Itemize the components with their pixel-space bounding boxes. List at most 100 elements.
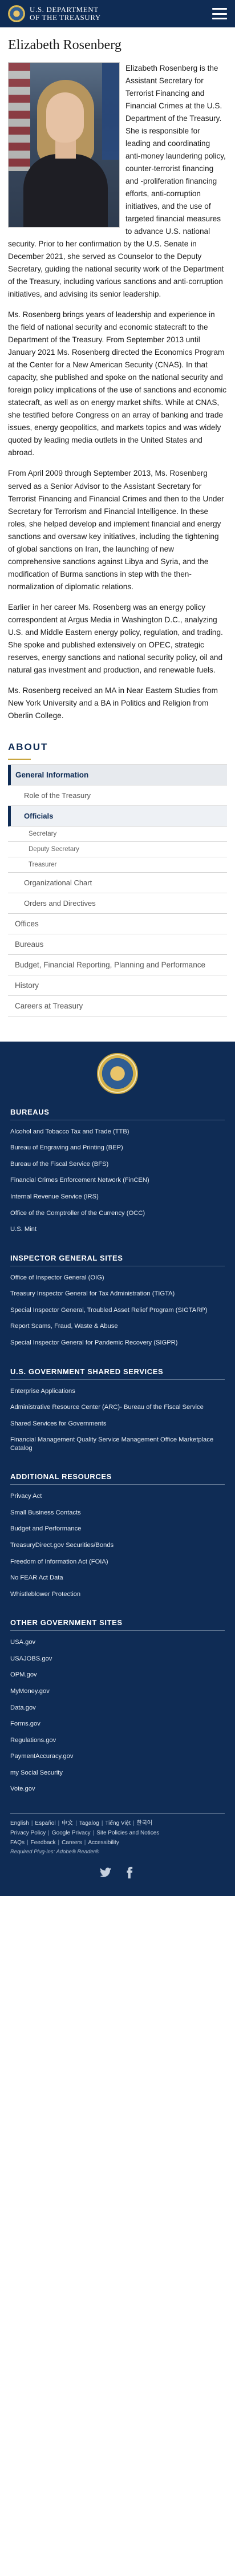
brand-line1: U.S. DEPARTMENT	[30, 5, 99, 14]
about-nav-item-careers-at-treasury[interactable]: Careers at Treasury	[8, 996, 227, 1016]
footer-bottom-link[interactable]: Accessibility	[88, 1840, 119, 1846]
footer-link[interactable]: OPM.gov	[10, 1667, 225, 1683]
footer-section-bureaus: BUREAUS Alcohol and Tobacco Tax and Trade…	[0, 1108, 235, 1238]
page-title: Elizabeth Rosenberg	[8, 38, 121, 52]
about-nav-item-history[interactable]: History	[8, 975, 227, 996]
footer-link[interactable]: Office of the Comptroller of the Currenc…	[10, 1205, 225, 1222]
about-nav-item-officials[interactable]: Officials	[8, 805, 227, 827]
footer-bottom-link[interactable]: FAQs	[10, 1840, 25, 1846]
about-nav-item-budget-financial-reporting-planning-and-performance[interactable]: Budget, Financial Reporting, Planning an…	[8, 955, 227, 975]
footer-bottom-link[interactable]: Español	[35, 1820, 55, 1826]
about-nav-item-organizational-chart[interactable]: Organizational Chart	[8, 873, 227, 893]
footer-link[interactable]: Small Business Contacts	[10, 1505, 225, 1521]
footer-bottom-link[interactable]: Tagalog	[79, 1820, 99, 1826]
about-divider	[8, 758, 31, 760]
footer-link[interactable]: Regulations.gov	[10, 1732, 225, 1749]
about-nav-item-role-of-the-treasury[interactable]: Role of the Treasury	[8, 785, 227, 806]
about-nav-item-deputy-secretary[interactable]: Deputy Secretary	[8, 842, 227, 857]
about-nav-item-orders-and-directives[interactable]: Orders and Directives	[8, 893, 227, 914]
footer-link[interactable]: Treasury Inspector General for Tax Admin…	[10, 1286, 225, 1302]
footer-link[interactable]: Whistleblower Protection	[10, 1586, 225, 1603]
about-nav: General Information Role of the Treasury O…	[8, 764, 227, 1016]
footer-link[interactable]: Administrative Resource Center (ARC)- Bu…	[10, 1399, 225, 1416]
site-footer: BUREAUS Alcohol and Tobacco Tax and Trade…	[0, 1041, 235, 1896]
footer-link[interactable]: Forms.gov	[10, 1716, 225, 1732]
footer-bottom-link[interactable]: 한국어	[137, 1820, 153, 1826]
social-links	[0, 1855, 235, 1890]
footer-link[interactable]: Bureau of Engraving and Printing (BEP)	[10, 1140, 225, 1156]
bio-paragraph: Ms. Rosenberg received an MA in Near Eas…	[8, 686, 218, 720]
footer-link[interactable]: Vote.gov	[10, 1781, 225, 1797]
footer-link[interactable]: Freedom of Information Act (FOIA)	[10, 1554, 225, 1570]
footer-section-title: BUREAUS	[10, 1108, 225, 1120]
footer-link[interactable]: Report Scams, Fraud, Waste & Abuse	[10, 1318, 225, 1335]
footer-link[interactable]: Financial Management Quality Service Man…	[10, 1432, 225, 1456]
site-header: U.S. DEPARTMENT OF THE TREASURY	[0, 0, 235, 27]
bio-paragraph: Ms. Rosenberg brings years of leadership…	[8, 310, 227, 457]
footer-bottom-link[interactable]: Tiếng Việt	[105, 1820, 130, 1826]
brand-text: U.S. DEPARTMENT OF THE TREASURY	[30, 6, 101, 21]
hamburger-icon	[212, 8, 227, 10]
footer-link[interactable]: USAJOBS.gov	[10, 1651, 225, 1667]
footer-link[interactable]: Special Inspector General, Troubled Asse…	[10, 1302, 225, 1319]
footer-link[interactable]: No FEAR Act Data	[10, 1570, 225, 1586]
footer-bottom-link[interactable]: Site Policies and Notices	[96, 1830, 159, 1836]
footer-section-u-s-government-shared-services: U.S. GOVERNMENT SHARED SERVICES Enterpris…	[0, 1367, 235, 1457]
footer-link[interactable]: Shared Services for Governments	[10, 1416, 225, 1432]
about-nav-item-secretary[interactable]: Secretary	[8, 827, 227, 842]
about-nav-item-general-information[interactable]: General Information	[8, 764, 227, 785]
required-plugins[interactable]: Required Plug-ins: Adobe® Reader®	[10, 1849, 225, 1855]
treasury-seal-icon	[8, 5, 25, 22]
footer-link[interactable]: Budget and Performance	[10, 1521, 225, 1537]
footer-link[interactable]: Alcohol and Tobacco Tax and Trade (TTB)	[10, 1124, 225, 1140]
footer-section-title: OTHER GOVERNMENT SITES	[10, 1618, 225, 1631]
about-section: ABOUT General Information Role of the Tre…	[0, 730, 235, 1016]
footer-sections: BUREAUS Alcohol and Tobacco Tax and Trade…	[0, 1108, 235, 1797]
footer-link[interactable]: USA.gov	[10, 1634, 225, 1651]
footer-bottom-link[interactable]: English	[10, 1820, 29, 1826]
footer-section-title: ADDITIONAL RESOURCES	[10, 1472, 225, 1485]
footer-section-title: U.S. GOVERNMENT SHARED SERVICES	[10, 1367, 225, 1380]
footer-section-additional-resources: ADDITIONAL RESOURCES Privacy Act Small Bus…	[0, 1472, 235, 1602]
about-nav-item-treasurer[interactable]: Treasurer	[8, 857, 227, 873]
language-links: English | Español | 中文 | Tagalog | Tiếng Việt | 한국…	[10, 1820, 153, 1826]
footer-link[interactable]: Office of Inspector General (OIG)	[10, 1270, 225, 1286]
bio-paragraph: Earlier in her career Ms. Rosenberg was …	[8, 602, 223, 674]
footer-link[interactable]: MyMoney.gov	[10, 1683, 225, 1700]
footer-link[interactable]: TreasuryDirect.gov Securities/Bonds	[10, 1537, 225, 1554]
bio-paragraph: From April 2009 through September 2013, …	[8, 469, 224, 591]
footer-bottom-link[interactable]: Feedback	[31, 1840, 56, 1846]
footer-section-other-government-sites: OTHER GOVERNMENT SITES USA.gov USAJOBS.gov…	[0, 1618, 235, 1797]
about-nav-item-bureaus[interactable]: Bureaus	[8, 934, 227, 955]
footer-bottom-link[interactable]: Google Privacy	[52, 1830, 91, 1836]
footer-link[interactable]: my Social Security	[10, 1765, 225, 1781]
footer-bottom-link[interactable]: Privacy Policy	[10, 1830, 46, 1836]
info-links: FAQs | Feedback | Careers | Accessibility	[10, 1839, 119, 1846]
footer-link[interactable]: Data.gov	[10, 1700, 225, 1716]
treasury-seal-icon	[97, 1052, 138, 1094]
policy-links: Privacy Policy | Google Privacy | Site Polic…	[10, 1829, 160, 1836]
brand-line2: OF THE TREASURY	[30, 13, 101, 22]
facebook-icon[interactable]	[122, 1866, 137, 1879]
footer-bottom-link[interactable]: 中文	[62, 1820, 73, 1826]
home-link[interactable]: U.S. DEPARTMENT OF THE TREASURY	[8, 5, 101, 22]
portrait-photo	[8, 62, 120, 228]
footer-link[interactable]: Special Inspector General for Pandemic R…	[10, 1335, 225, 1351]
footer-link[interactable]: U.S. Mint	[10, 1221, 225, 1238]
about-title: ABOUT	[8, 741, 48, 752]
about-nav-item-offices[interactable]: Offices	[8, 914, 227, 934]
footer-link[interactable]: Enterprise Applications	[10, 1383, 225, 1400]
biography: Elizabeth Rosenberg is the Assistant Sec…	[8, 62, 227, 730]
footer-section-title: INSPECTOR GENERAL SITES	[10, 1254, 225, 1266]
footer-bottom: English | Español | 中文 | Tagalog | Tiếng Việt | 한국…	[10, 1813, 225, 1855]
menu-button[interactable]	[212, 8, 227, 19]
footer-bottom-link[interactable]: Careers	[62, 1840, 82, 1846]
main-content: Elizabeth Rosenberg Elizabeth Rosenberg …	[0, 27, 235, 730]
twitter-icon[interactable]	[98, 1866, 113, 1879]
footer-link[interactable]: Internal Revenue Service (IRS)	[10, 1189, 225, 1205]
footer-link[interactable]: Bureau of the Fiscal Service (BFS)	[10, 1156, 225, 1173]
footer-link[interactable]: Financial Crimes Enforcement Network (Fi…	[10, 1172, 225, 1189]
footer-section-inspector-general-sites: INSPECTOR GENERAL SITES Office of Inspect…	[0, 1254, 235, 1351]
footer-link[interactable]: PaymentAccuracy.gov	[10, 1748, 225, 1765]
footer-link[interactable]: Privacy Act	[10, 1488, 225, 1505]
